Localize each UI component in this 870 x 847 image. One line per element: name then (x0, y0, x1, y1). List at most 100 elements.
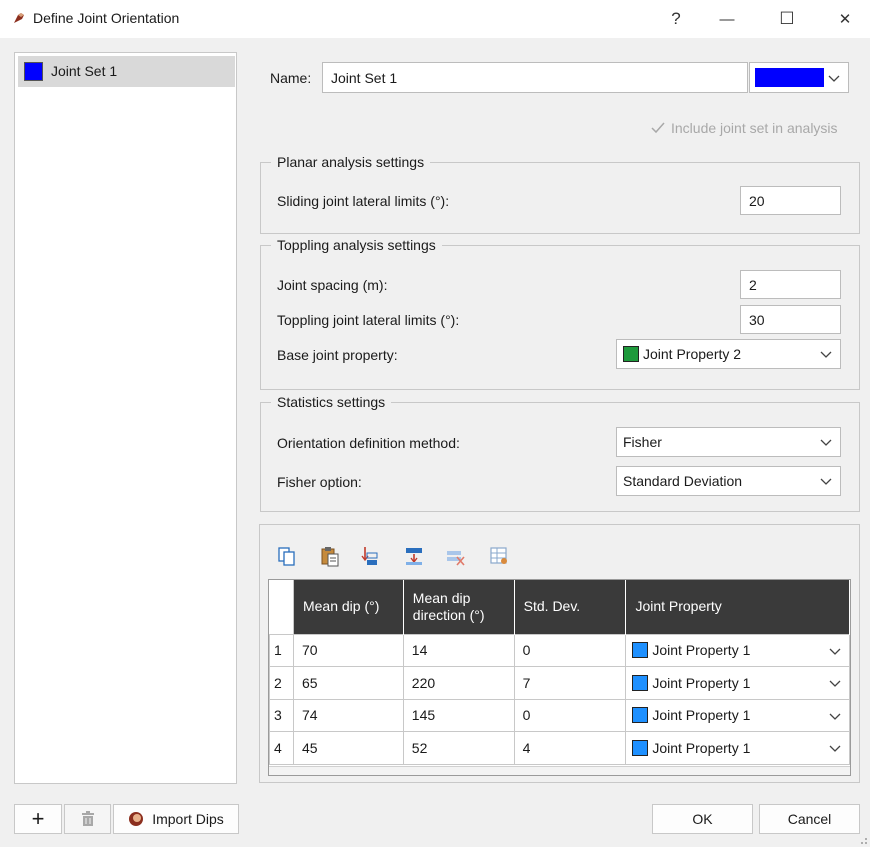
statistics-title: Statistics settings (271, 394, 392, 410)
table-properties-icon[interactable] (489, 545, 509, 567)
maximize-button[interactable]: ☐ (762, 0, 812, 38)
dips-logo-icon (129, 812, 144, 826)
help-button[interactable]: ? (651, 0, 701, 38)
toppling-limits-input[interactable]: 30 (740, 305, 841, 334)
orientation-table-grid: Mean dip (°) Mean dip direction (°) Std.… (269, 580, 850, 765)
cell-std-dev[interactable]: 7 (513, 666, 627, 700)
name-color-swatch (755, 68, 824, 87)
cell-mean-dip[interactable]: 70 (292, 633, 404, 667)
joint-property-color-swatch (632, 674, 649, 691)
row-header[interactable]: 1 (269, 633, 294, 667)
base-joint-property-value: Joint Property 2 (643, 346, 742, 362)
include-joint-set-checkbox[interactable]: Include joint set in analysis (650, 120, 838, 136)
table-row: 1 70 14 0 Joint Property 1 (269, 633, 850, 667)
toppling-limits-label: Toppling joint lateral limits (°): (277, 312, 460, 328)
plus-icon: + (31, 806, 45, 831)
maximize-icon: ☐ (779, 9, 795, 28)
name-input[interactable]: Joint Set 1 (322, 62, 748, 93)
title-bar: Define Joint Orientation ? — ☐ ✕ (0, 0, 870, 38)
horizontal-scrollbar[interactable] (269, 766, 850, 775)
joint-property-color-swatch (632, 707, 649, 724)
table-corner (269, 580, 294, 635)
joint-property-color-swatch (632, 739, 649, 756)
chevron-down-icon (829, 713, 841, 720)
cell-joint-property-value: Joint Property 1 (652, 642, 751, 659)
delete-row-icon[interactable] (446, 545, 466, 567)
append-row-icon[interactable] (404, 545, 424, 567)
toppling-limits-value: 30 (749, 311, 765, 328)
cell-joint-property-dropdown[interactable]: Joint Property 1 (625, 698, 850, 732)
orientation-table[interactable]: Mean dip (°) Mean dip direction (°) Std.… (268, 579, 851, 776)
base-property-color-swatch (623, 346, 639, 362)
ok-label: OK (692, 811, 713, 827)
cell-joint-property-value: Joint Property 1 (652, 674, 751, 691)
chevron-down-icon (829, 745, 841, 752)
cell-joint-property-value: Joint Property 1 (652, 739, 751, 756)
chevron-down-icon (829, 648, 841, 655)
chevron-down-icon (828, 75, 840, 82)
close-icon: ✕ (838, 11, 852, 28)
cell-mean-dip-direction[interactable]: 52 (402, 731, 515, 765)
toppling-analysis-title: Toppling analysis settings (271, 237, 442, 253)
cell-std-dev[interactable]: 0 (513, 633, 627, 667)
chevron-down-icon (820, 439, 832, 446)
table-row: 2 65 220 7 Joint Property 1 (269, 666, 850, 700)
name-input-value: Joint Set 1 (331, 69, 398, 86)
cell-mean-dip-direction[interactable]: 145 (402, 698, 515, 732)
import-dips-button[interactable]: Import Dips (113, 804, 239, 834)
column-header-std-dev[interactable]: Std. Dev. (514, 580, 627, 634)
cell-mean-dip-direction[interactable]: 220 (402, 666, 515, 700)
cell-mean-dip-direction[interactable]: 14 (402, 633, 515, 667)
column-header-mean-dip-direction[interactable]: Mean dip direction (°) (403, 580, 515, 634)
copy-icon[interactable] (277, 545, 297, 567)
joint-set-color-swatch (24, 62, 43, 81)
orientation-method-dropdown[interactable]: Fisher (616, 427, 841, 457)
resize-grip-icon[interactable] (858, 835, 868, 845)
help-icon: ? (671, 9, 681, 28)
window-title: Define Joint Orientation (33, 10, 180, 26)
row-header[interactable]: 3 (269, 698, 294, 732)
minimize-icon: — (719, 10, 735, 28)
chevron-down-icon (829, 680, 841, 687)
cell-mean-dip[interactable]: 65 (292, 666, 404, 700)
name-label: Name: (270, 70, 312, 86)
chevron-down-icon (820, 351, 832, 358)
add-joint-set-button[interactable]: + (14, 804, 62, 834)
ok-button[interactable]: OK (652, 804, 753, 834)
column-header-mean-dip[interactable]: Mean dip (°) (293, 580, 404, 634)
minimize-button[interactable]: — (702, 0, 752, 38)
sliding-limits-label: Sliding joint lateral limits (°): (277, 193, 450, 209)
sliding-limits-value: 20 (749, 192, 765, 209)
row-header[interactable]: 4 (269, 731, 294, 765)
joint-set-item[interactable]: Joint Set 1 (18, 56, 235, 87)
row-header[interactable]: 2 (269, 666, 294, 700)
joint-spacing-label: Joint spacing (m): (277, 277, 388, 293)
cell-joint-property-dropdown[interactable]: Joint Property 1 (625, 633, 850, 667)
cell-mean-dip[interactable]: 74 (292, 698, 404, 732)
checkmark-icon (651, 122, 665, 134)
fisher-option-value: Standard Deviation (623, 473, 743, 489)
cell-std-dev[interactable]: 0 (513, 698, 627, 732)
fisher-option-label: Fisher option: (277, 474, 362, 490)
joint-set-list[interactable]: Joint Set 1 (14, 52, 237, 784)
close-button[interactable]: ✕ (820, 0, 870, 38)
sliding-limits-input[interactable]: 20 (740, 186, 841, 215)
joint-spacing-input[interactable]: 2 (740, 270, 841, 299)
include-joint-set-label: Include joint set in analysis (671, 120, 838, 136)
paste-icon[interactable] (320, 545, 340, 567)
cell-std-dev[interactable]: 4 (513, 731, 627, 765)
cell-joint-property-dropdown[interactable]: Joint Property 1 (625, 731, 850, 765)
column-header-joint-property[interactable]: Joint Property (625, 580, 850, 634)
name-color-dropdown[interactable] (749, 62, 849, 93)
app-icon (14, 13, 24, 23)
base-joint-property-dropdown[interactable]: Joint Property 2 (616, 339, 841, 369)
table-row: 4 45 52 4 Joint Property 1 (269, 731, 850, 765)
import-dips-label: Import Dips (152, 811, 224, 827)
cancel-button[interactable]: Cancel (759, 804, 860, 834)
delete-joint-set-button[interactable] (64, 804, 111, 834)
cell-joint-property-dropdown[interactable]: Joint Property 1 (625, 666, 850, 700)
cell-mean-dip[interactable]: 45 (292, 731, 404, 765)
insert-row-icon[interactable] (359, 545, 379, 567)
fisher-option-dropdown[interactable]: Standard Deviation (616, 466, 841, 496)
orientation-method-label: Orientation definition method: (277, 435, 460, 451)
